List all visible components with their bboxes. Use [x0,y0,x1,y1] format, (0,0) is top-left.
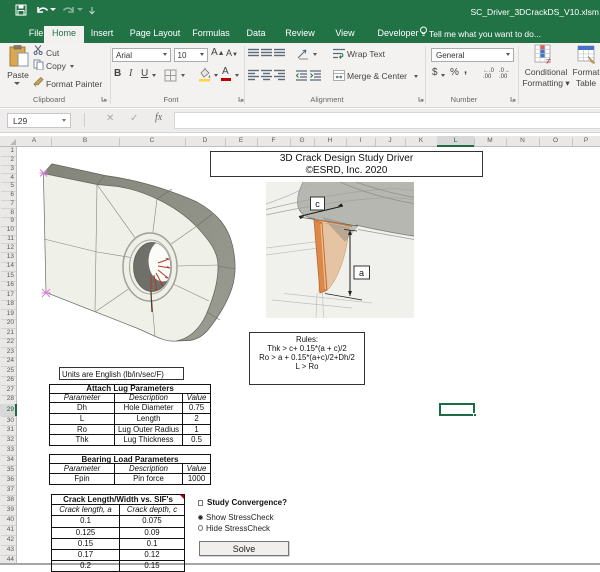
svg-text:c: c [315,199,320,209]
svg-text:≠: ≠ [546,56,551,65]
svg-text:a: a [359,268,364,278]
